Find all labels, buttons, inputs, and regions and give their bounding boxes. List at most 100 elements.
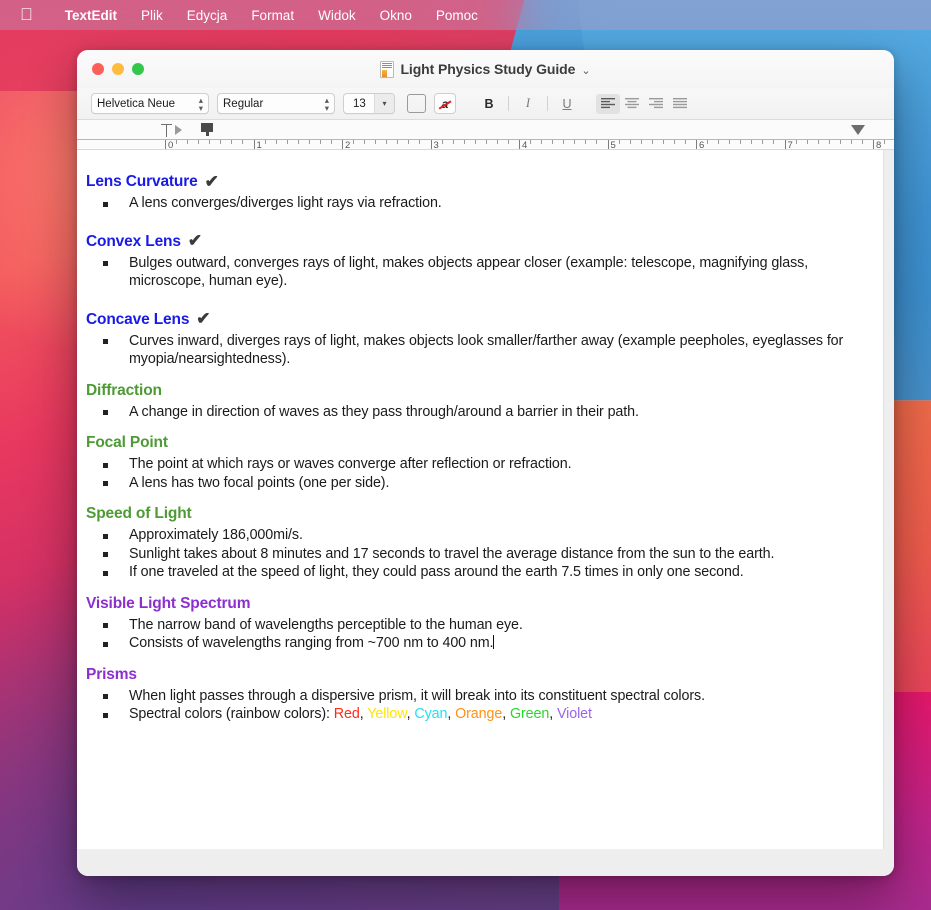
list-item[interactable]: Bulges outward, converges rays of light,… [86,254,857,291]
bullet-list: Bulges outward, converges rays of light,… [86,254,857,291]
window-title-group: Light Physics Study Guide ⌄ [77,50,894,88]
section-heading: Visible Light Spectrum [86,594,857,614]
align-justify-button[interactable] [668,94,692,114]
list-item[interactable]: A lens converges/diverges light rays via… [86,194,857,213]
list-item[interactable]: If one traveled at the speed of light, t… [86,563,857,582]
menu-item-plik[interactable]: Plik [129,8,175,23]
bullet-list: Approximately 186,000mi/s. Sunlight takes… [86,526,857,582]
ruler-tick-major [519,140,520,149]
spectral-prefix: Spectral colors (rainbow colors): [129,706,334,722]
ruler-tick-major [873,140,874,149]
ruler-tick-minor [452,140,454,144]
list-item[interactable]: The narrow band of wavelengths perceptib… [86,616,857,635]
menu-item-edycja[interactable]: Edycja [175,8,240,23]
menu-item-widok[interactable]: Widok [306,8,368,23]
alignment-group [596,93,692,114]
list-item[interactable]: The point at which rays or waves converg… [86,455,857,474]
ruler-tick-label: 3 [433,140,439,150]
ruler[interactable]: 0 1 2 3 4 5 6 7 8 [77,120,894,150]
document-page[interactable]: Lens Curvature ✔ A lens converges/diverges… [77,150,884,849]
apple-logo-icon[interactable]:  [20,6,33,23]
font-family-value: Helvetica Neue [97,97,175,110]
list-item[interactable]: A lens has two focal points (one per sid… [86,474,857,493]
italic-button[interactable]: I [517,94,539,114]
align-justify-icon [673,98,687,109]
section-heading: Prisms [86,665,857,685]
ruler-tick-label: 7 [787,140,793,150]
section-heading: Focal Point [86,433,857,453]
ruler-tick-minor [850,140,852,144]
ruler-tick-minor [264,140,266,144]
menu-item-format[interactable]: Format [239,8,306,23]
ruler-tick-label: 6 [699,140,705,150]
align-right-button[interactable] [644,94,668,114]
ruler-tick-minor [806,140,808,144]
ruler-tick-minor [530,140,532,144]
document-section: Convex Lens ✔ Bulges outward, converges ra… [86,232,857,291]
ruler-tick-major [253,140,255,149]
list-item[interactable]: Consists of wavelengths ranging from ~70… [86,634,857,653]
bold-button[interactable]: B [478,94,500,114]
ruler-tick-minor [618,140,620,144]
ruler-tick-minor [762,140,764,144]
bullet-list: The narrow band of wavelengths perceptib… [86,616,857,653]
list-item-spectral-colors[interactable]: Spectral colors (rainbow colors): Red, Y… [86,705,857,724]
list-item[interactable]: When light passes through a dispersive p… [86,687,857,706]
chevron-updown-icon: ▴ ▾ [198,94,203,113]
menu-item-okno[interactable]: Okno [368,8,424,23]
document-icon [380,60,395,78]
document-section: Visible Light Spectrum The narrow band of… [86,594,857,653]
bullet-list: Curves inward, diverges rays of light, m… [86,332,857,369]
text-color-button[interactable]: a [434,93,456,114]
document-body[interactable]: Lens Curvature ✔ A lens converges/diverges… [86,172,857,724]
list-item[interactable]: A change in direction of waves as they p… [86,403,857,422]
menu-bar:  TextEdit Plik Edycja Format Widok Okno… [0,0,931,30]
spectral-color-yellow: Yellow [367,706,407,722]
list-item[interactable]: Curves inward, diverges rays of light, m… [86,332,857,369]
bullet-list: A lens converges/diverges light rays via… [86,194,857,213]
bullet-list: A change in direction of waves as they p… [86,403,857,422]
first-line-indent-marker[interactable] [175,125,182,135]
right-indent-marker[interactable] [851,125,865,135]
list-item[interactable]: Approximately 186,000mi/s. [86,526,857,545]
ruler-tick-minor [585,140,587,144]
close-button[interactable] [92,63,104,75]
bullet-list: When light passes through a dispersive p… [86,687,857,724]
document-section: Focal Point The point at which rays or wa… [86,433,857,492]
list-item[interactable]: Sunlight takes about 8 minutes and 17 se… [86,545,857,564]
zoom-button[interactable] [132,63,144,75]
chevron-down-icon: ▾ [374,94,394,113]
ruler-tick-label: 0 [168,140,174,150]
font-style-select[interactable]: Regular ▴ ▾ [217,93,335,114]
tab-stop-marker[interactable] [161,124,172,137]
chevron-down-icon[interactable]: ⌄ [581,64,590,77]
minimize-button[interactable] [112,63,124,75]
document-scroll-area[interactable]: Lens Curvature ✔ A lens converges/diverges… [77,150,894,876]
ruler-tick-minor [275,140,277,144]
menu-item-pomoc[interactable]: Pomoc [424,8,490,23]
ruler-tick-label: 4 [522,140,528,150]
align-left-button[interactable] [596,93,620,114]
ruler-tick-minor [209,140,211,144]
menu-item-textedit[interactable]: TextEdit [53,8,129,23]
ruler-tick-minor [563,140,565,144]
color-swatch-button[interactable] [407,94,426,113]
align-center-button[interactable] [620,94,644,114]
ruler-tick-minor [828,140,830,144]
textedit-window: Light Physics Study Guide ⌄ Helvetica Ne… [77,50,894,876]
document-section: Diffraction A change in direction of wave… [86,381,857,422]
underline-button[interactable]: U [556,94,578,114]
font-size-select[interactable]: 13 ▾ [343,93,395,114]
ruler-tick-minor [662,140,664,144]
page-title: Light Physics Study Guide [400,61,576,77]
ruler-tick-minor [596,140,598,144]
ruler-tick-minor [176,140,178,144]
document-section: Prisms When light passes through a disper… [86,665,857,724]
font-family-select[interactable]: Helvetica Neue ▴ ▾ [91,93,209,114]
vertical-scrollbar[interactable] [884,150,894,876]
ruler-tick-major [342,140,343,149]
text-cursor [493,635,495,649]
